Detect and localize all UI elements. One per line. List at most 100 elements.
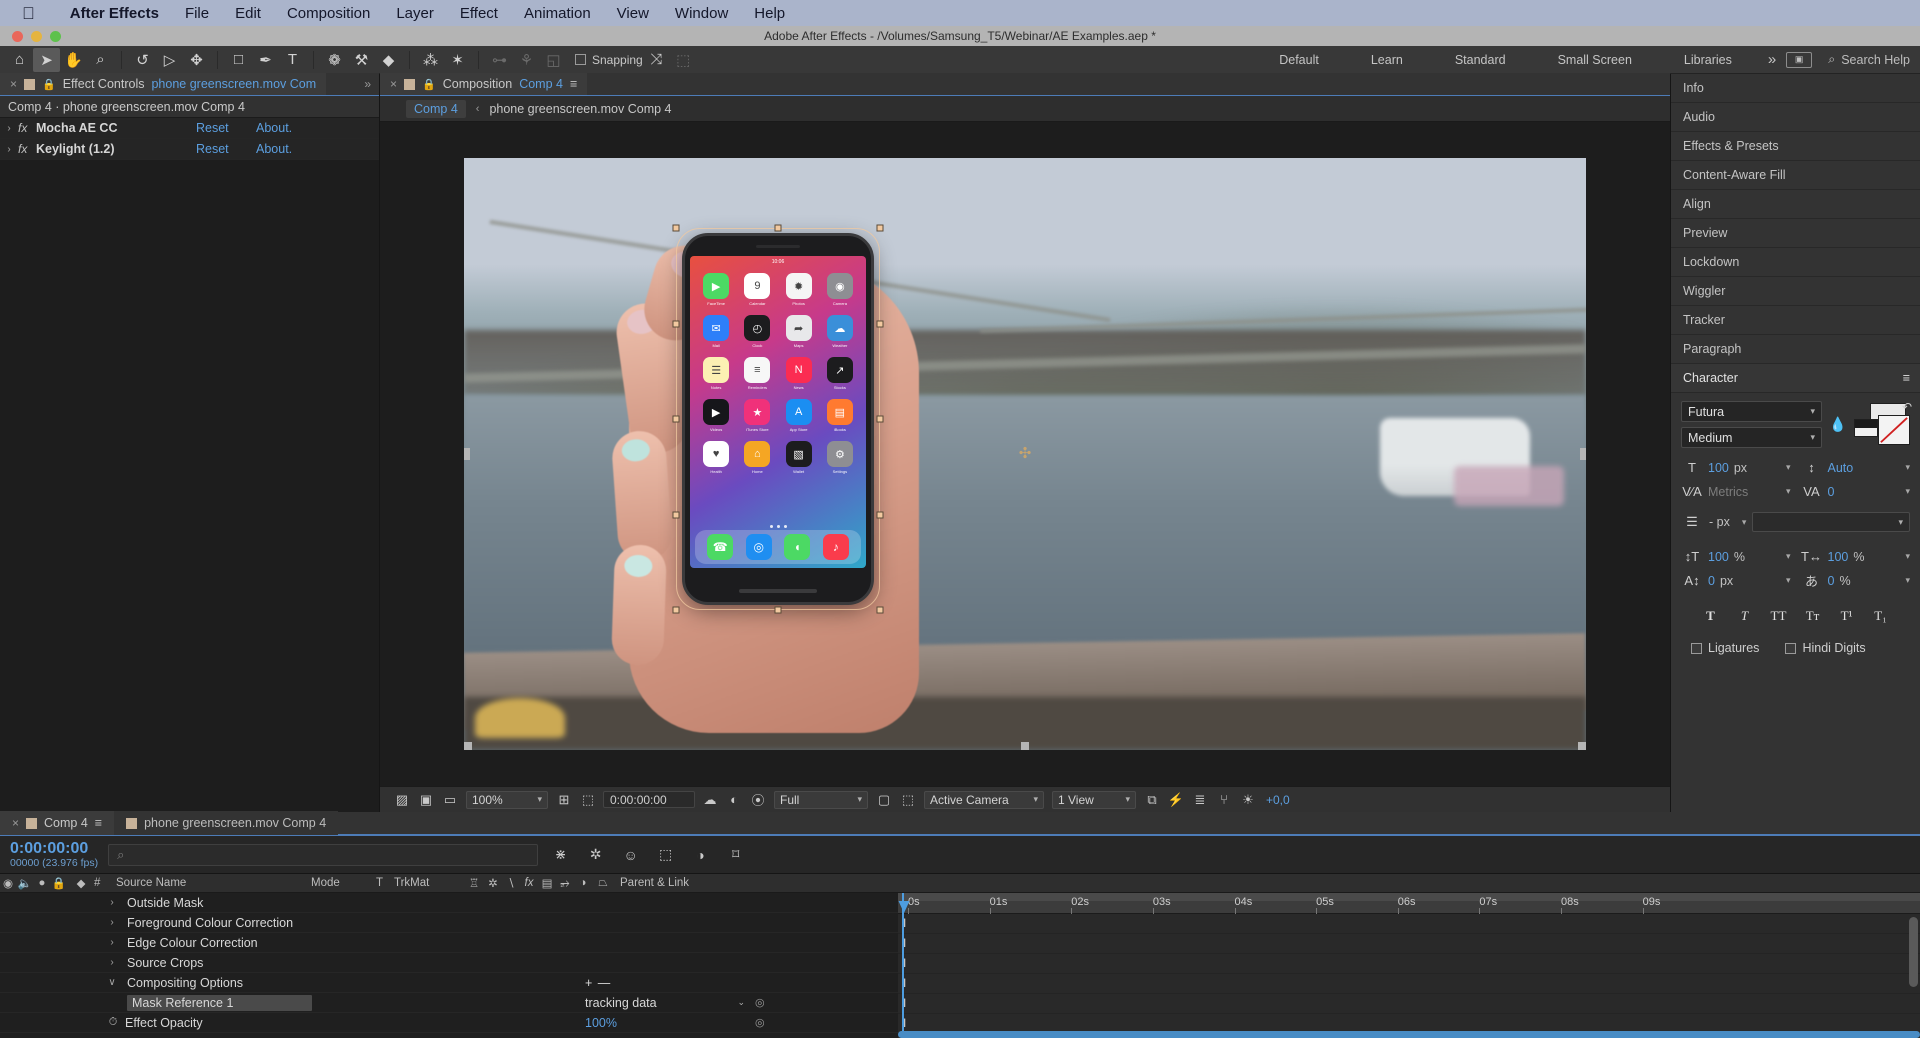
- selection-tool-icon[interactable]: ➤: [33, 48, 60, 72]
- effect-row-mocha[interactable]: › fx Mocha AE CC Reset About.: [0, 118, 379, 139]
- menu-view[interactable]: View: [604, 5, 662, 22]
- toggle-mask-icon[interactable]: ▢: [872, 792, 896, 808]
- puppet-pin-tool-icon[interactable]: ✶: [444, 48, 471, 72]
- draft-3d-icon[interactable]: ✲: [583, 846, 608, 863]
- property-value-control[interactable]: tracking data⌄: [585, 996, 745, 1010]
- magnification-select[interactable]: 100% ▾: [466, 791, 548, 809]
- toggle-transparency-grid-icon[interactable]: ▨: [390, 792, 414, 808]
- camera-tool-icon[interactable]: ▷: [156, 48, 183, 72]
- mask-handle[interactable]: [877, 607, 884, 614]
- timeline-track-row[interactable]: I: [898, 974, 1920, 994]
- timeline-search-input[interactable]: ⌕: [108, 844, 538, 866]
- twirl-icon[interactable]: ›: [105, 897, 119, 908]
- label-color-icon[interactable]: ◆: [68, 876, 94, 890]
- composition-mini-flowchart-icon[interactable]: ⋇: [548, 846, 573, 863]
- comp-bound-handle[interactable]: [1578, 742, 1586, 750]
- panel-menu-icon[interactable]: ≡: [95, 816, 102, 830]
- pixel-aspect-correction-icon[interactable]: ⧉: [1140, 792, 1164, 808]
- timeline-horizontal-scrollbar[interactable]: [898, 1031, 1920, 1038]
- hand-tool-icon[interactable]: ✋: [60, 48, 87, 72]
- overflow-chevrons-icon[interactable]: »: [364, 77, 371, 91]
- views-select[interactable]: 1 View ▾: [1052, 791, 1136, 809]
- adjustment-icon[interactable]: ◑: [574, 877, 592, 889]
- ligatures-checkbox[interactable]: [1691, 643, 1702, 654]
- timeline-track-row[interactable]: I: [898, 934, 1920, 954]
- chevron-down-icon[interactable]: ▾: [1786, 575, 1791, 586]
- menu-layer[interactable]: Layer: [383, 5, 447, 22]
- ligatures-option[interactable]: Ligatures: [1691, 641, 1759, 655]
- close-icon[interactable]: ×: [390, 77, 397, 91]
- chevron-down-icon[interactable]: ▾: [1742, 517, 1747, 528]
- tsume-field[interactable]: あ 0 % ▾: [1801, 570, 1911, 591]
- minimize-window-button[interactable]: [31, 31, 42, 42]
- twirl-icon[interactable]: ›: [105, 917, 119, 928]
- composition-viewer[interactable]: 10:06 ▶FaceTime9Calendar✹Photos◉Camera✉M…: [380, 122, 1670, 786]
- keyframe-toggle-icon[interactable]: ◎: [755, 996, 765, 1009]
- superscript-button[interactable]: T¹: [1832, 605, 1862, 627]
- timeline-property-row[interactable]: ∨Compositing Options+ —: [0, 973, 898, 993]
- breadcrumb-comp[interactable]: Comp 4: [406, 100, 466, 118]
- lock-icon[interactable]: 🔒: [422, 78, 436, 91]
- menu-window[interactable]: Window: [662, 5, 741, 22]
- maximize-window-button[interactable]: [50, 31, 61, 42]
- mask-selection[interactable]: [676, 228, 880, 610]
- menu-file[interactable]: File: [172, 5, 222, 22]
- font-size-field[interactable]: T 100 px ▾: [1681, 457, 1791, 478]
- close-window-button[interactable]: [12, 31, 23, 42]
- snapshot-camera-icon[interactable]: ☁: [698, 792, 722, 808]
- grid-icon[interactable]: ⬚: [670, 48, 697, 72]
- timeline-property-row[interactable]: ›Foreground Colour Correction: [0, 913, 898, 933]
- menu-edit[interactable]: Edit: [222, 5, 274, 22]
- stroke-type-select[interactable]: ▾: [1752, 512, 1910, 532]
- timeline-property-row[interactable]: Mask Reference 1tracking data⌄◎: [0, 993, 898, 1013]
- mask-handle[interactable]: [673, 320, 680, 327]
- exposure-value[interactable]: +0,0: [1266, 793, 1290, 807]
- hindi-digits-checkbox[interactable]: [1785, 643, 1796, 654]
- effect-row-keylight[interactable]: › fx Keylight (1.2) Reset About.: [0, 139, 379, 160]
- swap-colors-icon[interactable]: ↶: [1902, 400, 1912, 414]
- camera-view-select[interactable]: Active Camera ▾: [924, 791, 1044, 809]
- menu-composition[interactable]: Composition: [274, 5, 383, 22]
- eyedropper-icon[interactable]: 💧: [1828, 416, 1848, 433]
- mask-handle[interactable]: [673, 225, 680, 232]
- chevron-down-icon[interactable]: ▾: [1905, 551, 1910, 562]
- black-white-swatch[interactable]: [1854, 419, 1878, 437]
- stopwatch-icon[interactable]: ⏱: [105, 1016, 121, 1029]
- reset-link[interactable]: Reset: [196, 142, 256, 156]
- anchor-point-icon[interactable]: ✣: [1017, 446, 1033, 462]
- timeline-property-row[interactable]: ›Source Crops: [0, 953, 898, 973]
- twirl-icon[interactable]: ›: [105, 937, 119, 948]
- hindi-digits-option[interactable]: Hindi Digits: [1785, 641, 1865, 655]
- eraser-tool-icon[interactable]: ◆: [375, 48, 402, 72]
- chevron-down-icon[interactable]: ▾: [1786, 486, 1791, 497]
- kerning-field[interactable]: V⁄A Metrics ▾: [1681, 481, 1791, 502]
- chevron-down-icon[interactable]: ▾: [1786, 462, 1791, 473]
- workspace-overflow-icon[interactable]: »: [1758, 46, 1786, 74]
- add-remove-options-button[interactable]: + —: [585, 976, 611, 990]
- panel-menu-icon[interactable]: ≡: [570, 77, 577, 91]
- tab-content-aware-fill[interactable]: Content-Aware Fill: [1671, 161, 1920, 190]
- fast-previews-icon[interactable]: ⚡: [1164, 792, 1188, 808]
- workspace-learn[interactable]: Learn: [1345, 46, 1429, 74]
- collapse-icon[interactable]: ⏢: [592, 877, 614, 890]
- twirl-icon[interactable]: ∨: [105, 977, 119, 988]
- channel-and-color-icon[interactable]: ⦿: [746, 790, 770, 809]
- twirl-icon[interactable]: ›: [0, 144, 18, 155]
- all-caps-button[interactable]: TT: [1764, 605, 1794, 627]
- tracking-field[interactable]: VA 0 ▾: [1801, 481, 1911, 502]
- workspace-camera-icon[interactable]: ▣: [1786, 52, 1812, 68]
- workspace-standard[interactable]: Standard: [1429, 46, 1532, 74]
- hide-shy-layers-icon[interactable]: ☺: [618, 847, 643, 863]
- mask-handle[interactable]: [877, 225, 884, 232]
- menu-animation[interactable]: Animation: [511, 5, 604, 22]
- mask-handle[interactable]: [673, 416, 680, 423]
- chevron-down-icon[interactable]: ▾: [1905, 486, 1910, 497]
- tab-tracker[interactable]: Tracker: [1671, 306, 1920, 335]
- font-family-select[interactable]: Futura ▾: [1681, 401, 1822, 422]
- reset-exposure-icon[interactable]: ☀: [1236, 792, 1260, 808]
- mask-handle[interactable]: [877, 416, 884, 423]
- chevron-down-icon[interactable]: ▾: [1786, 551, 1791, 562]
- roto-brush-tool-icon[interactable]: ⁂: [417, 48, 444, 72]
- timeline-track-row[interactable]: I: [898, 994, 1920, 1014]
- region-icon[interactable]: ⬚: [896, 792, 920, 808]
